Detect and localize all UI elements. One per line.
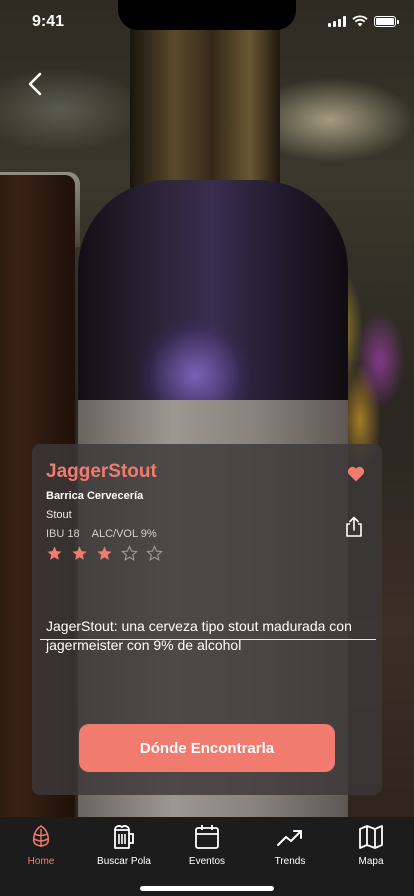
brewery-name: Barrica Cervecería [46, 490, 144, 502]
status-time: 9:41 [32, 13, 65, 30]
beer-mug-icon [114, 825, 134, 849]
wifi-icon [352, 15, 368, 27]
beer-name: JaggerStout [46, 461, 157, 482]
tab-label: Buscar Pola [97, 856, 151, 867]
tab-label: Mapa [358, 856, 384, 867]
tab-label: Home [27, 856, 55, 867]
share-button[interactable] [344, 516, 364, 538]
tab-home[interactable]: Home [1, 823, 81, 873]
star-filled-icon[interactable] [96, 545, 113, 562]
chevron-left-icon [28, 72, 42, 96]
star-empty-icon[interactable] [121, 545, 138, 562]
star-filled-icon[interactable] [46, 545, 63, 562]
status-icons [328, 15, 399, 27]
battery-icon [374, 15, 399, 27]
notch [118, 0, 296, 30]
beer-description: JagerStout: una cerveza tipo stout madur… [46, 618, 352, 653]
hop-icon [32, 825, 50, 847]
tab-eventos[interactable]: Eventos [167, 823, 247, 873]
tab-bar: Home Buscar Pola Eventos Trends Mapa [0, 817, 414, 896]
beer-style: Stout [46, 509, 72, 521]
heart-icon [347, 466, 365, 482]
map-icon [359, 825, 383, 849]
back-button[interactable] [22, 70, 50, 98]
calendar-icon [195, 825, 219, 849]
tab-label: Trends [274, 856, 306, 867]
share-icon [346, 516, 362, 537]
status-bar: 9:41 [0, 0, 414, 44]
ibu-value: IBU 18 [46, 528, 80, 540]
divider [40, 639, 376, 640]
tab-mapa[interactable]: Mapa [331, 823, 411, 873]
beer-specs: IBU 18 ALC/VOL 9% [46, 528, 157, 540]
tab-trends[interactable]: Trends [250, 823, 330, 873]
home-indicator [140, 886, 274, 891]
trend-icon [277, 830, 302, 846]
favorite-button[interactable] [346, 464, 366, 484]
tab-label: Eventos [188, 856, 226, 867]
beer-info-card: JaggerStout Barrica Cervecería Stout IBU… [32, 444, 382, 795]
tab-buscar-pola[interactable]: Buscar Pola [84, 823, 164, 873]
where-to-find-button[interactable]: Dónde Encontrarla [79, 724, 335, 772]
cellular-signal-icon [328, 15, 346, 27]
star-rating[interactable] [46, 545, 163, 562]
star-empty-icon[interactable] [146, 545, 163, 562]
abv-value: ALC/VOL 9% [91, 528, 157, 540]
star-filled-icon[interactable] [71, 545, 88, 562]
